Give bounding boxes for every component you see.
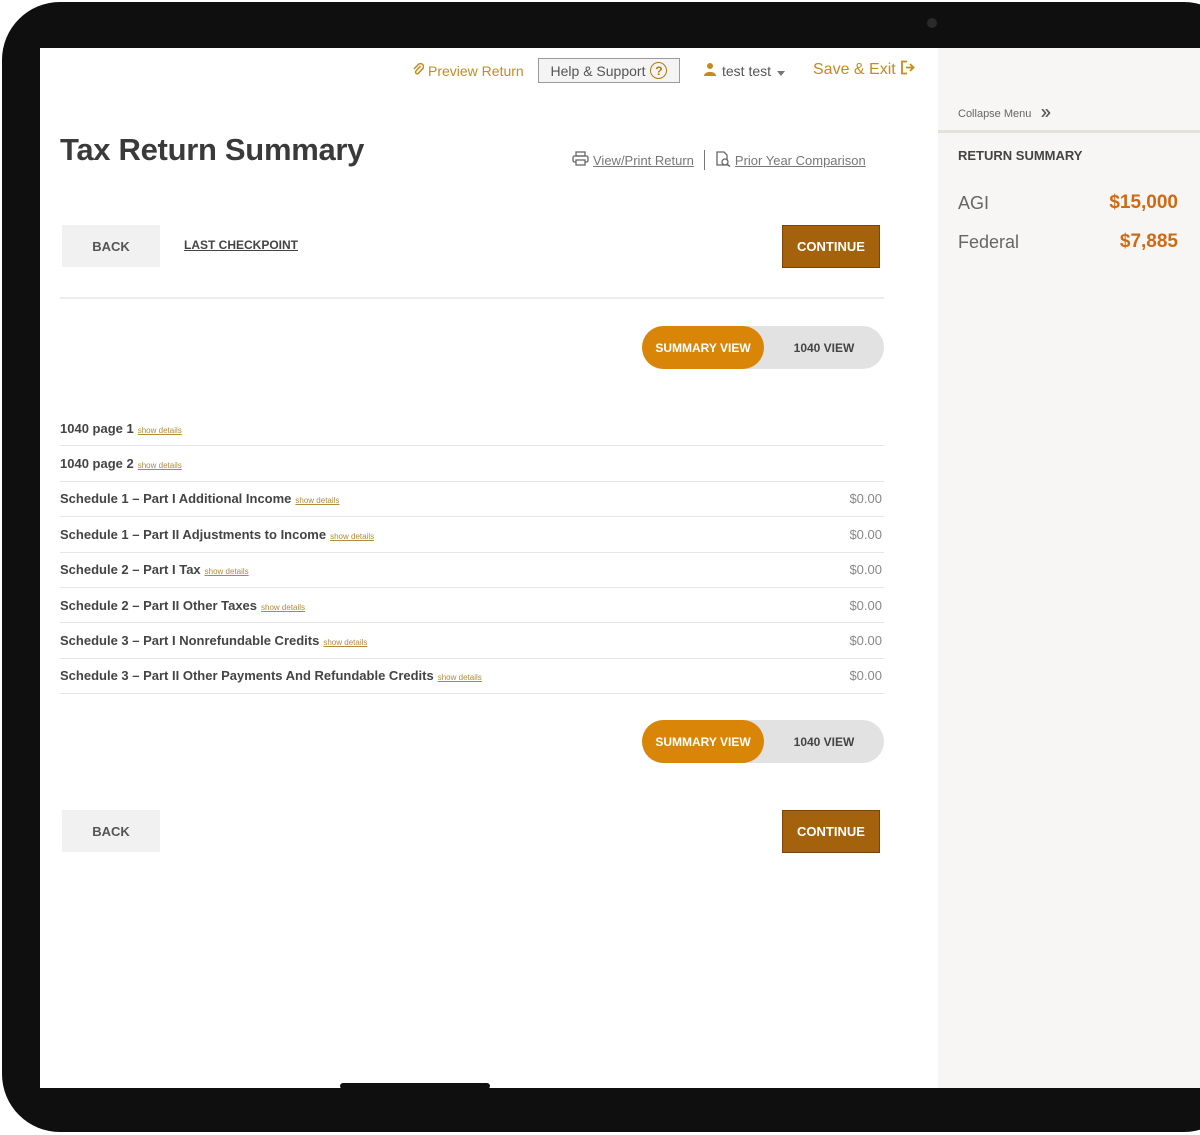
summary-row-label: 1040 page 1 (60, 420, 134, 436)
form-1040-view-toggle[interactable]: 1040 VIEW (764, 326, 884, 369)
show-details-link[interactable]: show details (261, 603, 305, 612)
view-toggle-bottom: SUMMARY VIEW 1040 VIEW (642, 720, 884, 763)
metric-value: $7,885 (1119, 231, 1178, 252)
return-summary-sidebar: Collapse Menu RETURN SUMMARY AGI $15,000… (938, 48, 1200, 1088)
summary-row-left: Schedule 2 – Part I Tax show details (60, 562, 249, 577)
question-icon: ? (650, 62, 668, 79)
caret-down-icon (777, 63, 786, 79)
summary-row-left: Schedule 2 – Part II Other Taxes show det… (60, 598, 305, 613)
top-navigation: Preview Return Help & Support ? test tes… (40, 58, 938, 84)
sidebar-heading: RETURN SUMMARY (958, 148, 1083, 163)
summary-row: 1040 page 1 show details (60, 411, 884, 447)
metric-label: AGI (958, 192, 990, 213)
view-print-return-label: View/Print Return (593, 152, 694, 168)
summary-row-left: Schedule 1 – Part I Additional Income sho… (60, 491, 339, 506)
show-details-link[interactable]: show details (138, 461, 182, 470)
summary-row-amount: $0.00 (849, 491, 882, 507)
user-name: test test (722, 62, 772, 79)
sidebar-divider (938, 130, 1200, 133)
summary-view-toggle[interactable]: SUMMARY VIEW (642, 326, 764, 369)
printer-icon (572, 151, 589, 169)
camera-icon (927, 18, 937, 28)
main-content: Preview Return Help & Support ? test tes… (40, 48, 938, 1088)
summary-row-amount: $0.00 (849, 562, 882, 578)
document-compare-icon (715, 150, 731, 170)
summary-row: Schedule 3 – Part II Other Payments And … (60, 659, 884, 695)
summary-row-left: 1040 page 1 show details (60, 421, 182, 436)
last-checkpoint-link[interactable]: LAST CHECKPOINT (184, 238, 298, 252)
show-details-link[interactable]: show details (295, 496, 339, 505)
view-print-return-link[interactable]: View/Print Return (572, 151, 694, 169)
collapse-menu-button[interactable]: Collapse Menu (958, 108, 1051, 120)
summary-row-left: Schedule 3 – Part I Nonrefundable Credit… (60, 633, 367, 648)
link-separator (703, 150, 705, 170)
section-divider (60, 297, 884, 299)
help-support-label: Help & Support (550, 62, 646, 79)
view-toggle-top: SUMMARY VIEW 1040 VIEW (642, 326, 884, 369)
prior-year-comparison-label: Prior Year Comparison (734, 152, 866, 168)
summary-row: Schedule 2 – Part I Tax show details $0.00 (60, 553, 884, 588)
help-support-button[interactable]: Help & Support ? (538, 58, 680, 83)
collapse-menu-label: Collapse Menu (958, 108, 1032, 120)
summary-row-amount: $0.00 (849, 668, 882, 684)
prior-year-comparison-link[interactable]: Prior Year Comparison (715, 150, 866, 170)
summary-row: 1040 page 2 show details (60, 446, 884, 482)
return-summary-list: 1040 page 1 show details 1040 page 2 show d… (60, 411, 884, 695)
preview-return-label: Preview Return (428, 62, 524, 79)
show-details-link[interactable]: show details (330, 532, 374, 541)
sign-out-icon (900, 60, 916, 80)
save-exit-link[interactable]: Save & Exit (813, 60, 916, 80)
double-chevron-right-icon (1041, 108, 1051, 120)
return-utility-links: View/Print Return Prior Year Comparison (572, 150, 866, 170)
preview-return-link[interactable]: Preview Return (412, 62, 524, 79)
page-title: Tax Return Summary (60, 132, 365, 167)
summary-view-toggle[interactable]: SUMMARY VIEW (642, 720, 764, 763)
user-menu[interactable]: test test (704, 62, 786, 79)
app-screen: Preview Return Help & Support ? test tes… (40, 48, 1200, 1088)
show-details-link[interactable]: show details (205, 567, 249, 576)
agi-metric: AGI $15,000 (958, 192, 1178, 214)
save-exit-label: Save & Exit (813, 61, 896, 78)
device-frame: Preview Return Help & Support ? test tes… (0, 0, 1200, 1135)
summary-row-left: 1040 page 2 show details (60, 456, 182, 471)
show-details-link[interactable]: show details (438, 673, 482, 682)
summary-row-label: Schedule 1 – Part I Additional Income (60, 491, 292, 507)
summary-row-label: Schedule 3 – Part II Other Payments And … (60, 668, 434, 684)
show-details-link[interactable]: show details (138, 426, 182, 435)
summary-row-amount: $0.00 (849, 633, 882, 649)
summary-row-amount: $0.00 (849, 526, 882, 542)
paperclip-icon (412, 62, 425, 79)
show-details-link[interactable]: show details (323, 638, 367, 647)
summary-row: Schedule 1 – Part I Additional Income sho… (60, 482, 884, 518)
user-icon (704, 62, 716, 79)
summary-row-label: Schedule 2 – Part I Tax (60, 562, 201, 578)
device-edge-strip (340, 1083, 490, 1089)
summary-row: Schedule 1 – Part II Adjustments to Inco… (60, 517, 884, 553)
federal-metric: Federal $7,885 (958, 231, 1178, 253)
continue-button-top[interactable]: CONTINUE (782, 225, 880, 268)
continue-button-bottom[interactable]: CONTINUE (782, 810, 880, 853)
summary-row: Schedule 2 – Part II Other Taxes show det… (60, 588, 884, 624)
summary-row-amount: $0.00 (849, 597, 882, 613)
back-button-top[interactable]: BACK (62, 225, 160, 267)
metric-value: $15,000 (1109, 192, 1178, 213)
metric-label: Federal (958, 231, 1020, 252)
summary-row-left: Schedule 1 – Part II Adjustments to Inco… (60, 527, 374, 542)
form-1040-view-toggle[interactable]: 1040 VIEW (764, 720, 884, 763)
summary-row-left: Schedule 3 – Part II Other Payments And … (60, 668, 482, 683)
summary-row: Schedule 3 – Part I Nonrefundable Credit… (60, 623, 884, 659)
summary-row-label: Schedule 3 – Part I Nonrefundable Credit… (60, 633, 320, 649)
back-button-bottom[interactable]: BACK (62, 810, 160, 852)
summary-row-label: 1040 page 2 (60, 456, 134, 472)
summary-row-label: Schedule 2 – Part II Other Taxes (60, 597, 258, 613)
summary-row-label: Schedule 1 – Part II Adjustments to Inco… (60, 526, 327, 542)
